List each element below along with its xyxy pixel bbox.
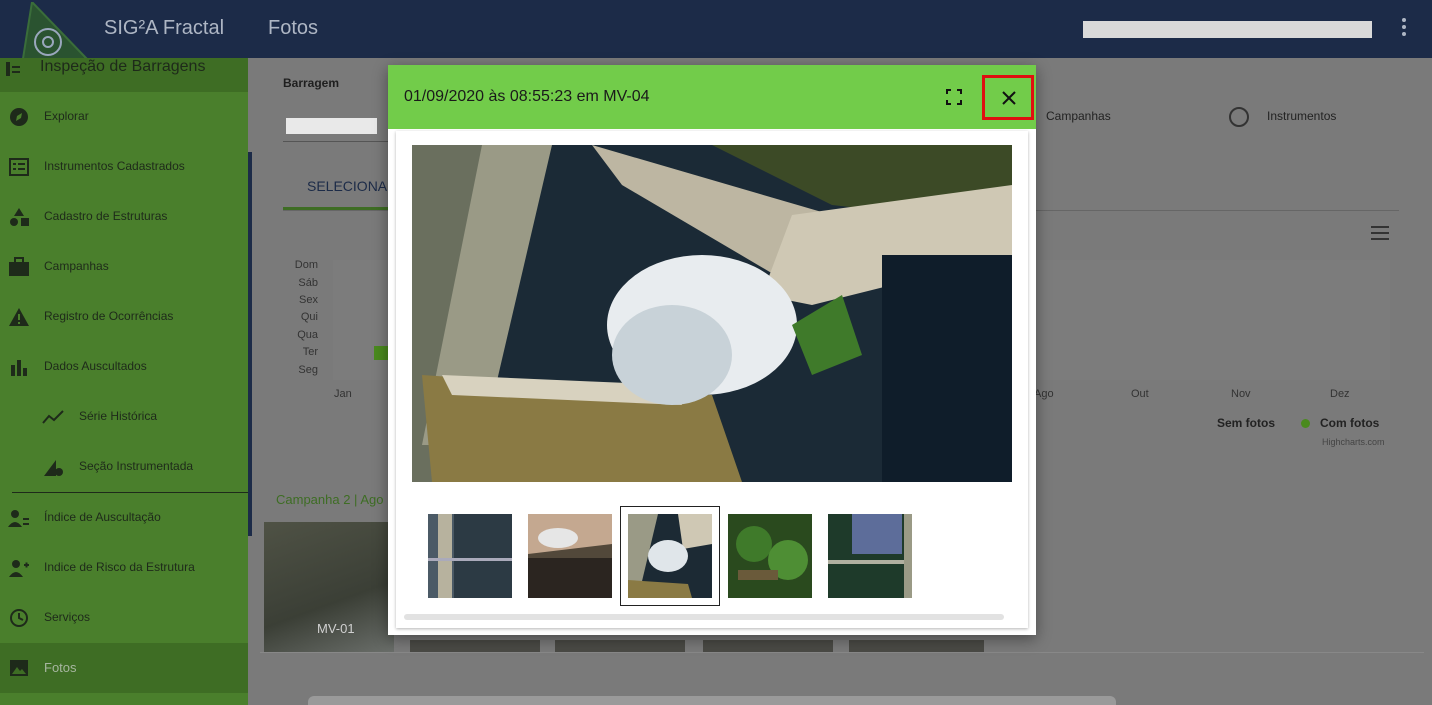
sidebar-item-serie-historica[interactable]: Série Histórica (0, 392, 248, 442)
month-label: Jan (334, 388, 352, 400)
sidebar-header-title: Inspeção de Barragens (40, 58, 206, 75)
photo-card[interactable] (703, 640, 833, 652)
barragem-field-underline (283, 141, 393, 142)
close-button[interactable] (982, 75, 1034, 120)
list-card-icon (9, 158, 29, 176)
sidebar-item-label: Dados Auscultados (44, 359, 147, 373)
trend-line-icon (42, 410, 64, 424)
barragem-select[interactable] (286, 118, 377, 134)
sidebar-item-label: Indice de Risco da Estrutura (44, 560, 195, 574)
dialog-header: 01/09/2020 às 08:55:23 em MV-04 (388, 65, 1036, 129)
photo-card[interactable] (849, 640, 984, 652)
barragem-label: Barragem (283, 76, 340, 90)
close-icon (1002, 91, 1016, 105)
dialog-title: 01/09/2020 às 08:55:23 em MV-04 (404, 88, 650, 105)
day-label: Sex (299, 294, 318, 306)
radio-instrumentos-label[interactable]: Instrumentos (1267, 109, 1336, 123)
sidebar-item-ocorrencias[interactable]: Registro de Ocorrências (0, 292, 248, 342)
legend-com-fotos[interactable]: Com fotos (1320, 416, 1379, 430)
day-label: Qui (300, 311, 318, 323)
sidebar-item-label: Registro de Ocorrências (44, 309, 174, 323)
photo-thumbnail[interactable] (528, 514, 612, 598)
sidebar-item-label: Fotos (44, 660, 77, 675)
photo-thumbnail[interactable] (728, 514, 812, 598)
sidebar-item-cadastro-estruturas[interactable]: Cadastro de Estruturas (0, 192, 248, 242)
photo-thumbnail[interactable] (828, 514, 912, 598)
month-label: Ago (1034, 388, 1054, 400)
main-photo[interactable] (412, 145, 1012, 482)
content-divider (260, 652, 1424, 653)
warning-icon (9, 308, 29, 326)
person-list-icon (8, 510, 29, 527)
section-gear-icon (44, 460, 63, 476)
top-app-bar: SIG²A Fractal Fotos (0, 0, 1432, 90)
sidebar-item-label: Serviços (44, 610, 91, 624)
photo-viewer-dialog: 01/09/2020 às 08:55:23 em MV-04 (388, 65, 1036, 635)
person-add-icon (9, 560, 29, 577)
sidebar-item-label: Cadastro de Estruturas (44, 209, 168, 223)
fullscreen-icon[interactable] (946, 89, 962, 105)
month-label: Dez (1330, 388, 1350, 400)
sidebar-item-label: Índice de Auscultação (44, 510, 161, 524)
day-label: Dom (294, 259, 318, 271)
briefcase-icon (9, 257, 29, 276)
legend-com-fotos-marker (1301, 419, 1310, 428)
app-title: SIG²A Fractal (104, 17, 225, 39)
campanha-label: Campanha 2 | Ago (276, 492, 384, 507)
page-title: Fotos (268, 17, 319, 39)
bar-chart-icon (11, 360, 27, 376)
sidebar-item-label: Instrumentos Cadastrados (44, 159, 185, 173)
sidebar-item-secao-instrumentada[interactable]: Seção Instrumentada (0, 442, 248, 492)
sidebar-item-indice-risco[interactable]: Indice de Risco da Estrutura (0, 543, 248, 593)
sidebar-header: Inspeção de Barragens (0, 58, 248, 92)
day-label: Qua (297, 329, 318, 341)
month-label: Out (1131, 388, 1149, 400)
chart-credits[interactable]: Highcharts.com (1322, 437, 1385, 447)
dam-icon (6, 62, 20, 76)
clock-icon (10, 609, 28, 627)
day-label: Sáb (298, 277, 318, 289)
sidebar-item-explorar[interactable]: Explorar (0, 92, 248, 142)
more-vert-icon[interactable] (1396, 16, 1412, 38)
radio-campanhas-label[interactable]: Campanhas (1046, 109, 1111, 123)
month-label: Nov (1231, 388, 1251, 400)
sidebar-item-indice-auscultacao[interactable]: Índice de Auscultação (0, 493, 248, 543)
sidebar-item-campanhas[interactable]: Campanhas (0, 242, 248, 292)
shapes-icon (10, 208, 29, 226)
day-label: Seg (298, 364, 318, 376)
sidebar-item-fotos[interactable]: Fotos (0, 643, 248, 693)
compass-icon (10, 108, 28, 126)
sidebar-item-instrumentos[interactable]: Instrumentos Cadastrados (0, 142, 248, 192)
sidebar: Inspeção de Barragens Explorar Instrumen… (0, 58, 248, 705)
tab-selecionar[interactable]: SELECIONAR (307, 178, 397, 194)
radio-instrumentos[interactable] (1229, 107, 1249, 127)
sidebar-item-label: Campanhas (44, 259, 109, 273)
sidebar-item-dados-auscultados[interactable]: Dados Auscultados (0, 342, 248, 392)
photo-thumbnail-selected[interactable] (628, 514, 712, 598)
sidebar-item-label: Série Histórica (79, 409, 158, 423)
user-name-box[interactable] (1083, 21, 1372, 38)
photo-card[interactable] (410, 640, 540, 652)
os-dock[interactable] (308, 696, 1116, 705)
photo-thumbnail[interactable] (428, 514, 512, 598)
sidebar-item-label: Seção Instrumentada (79, 459, 194, 473)
chart-menu-icon[interactable] (1371, 226, 1389, 240)
day-label: Ter (302, 346, 318, 358)
sidebar-item-label: Explorar (44, 109, 89, 123)
legend-sem-fotos[interactable]: Sem fotos (1217, 416, 1275, 430)
image-icon (10, 660, 28, 676)
photo-card[interactable] (555, 640, 685, 652)
sidebar-item-servicos[interactable]: Serviços (0, 593, 248, 643)
thumbnail-scrollbar[interactable] (404, 614, 1004, 620)
photo-card-label: MV-01 (317, 621, 355, 636)
